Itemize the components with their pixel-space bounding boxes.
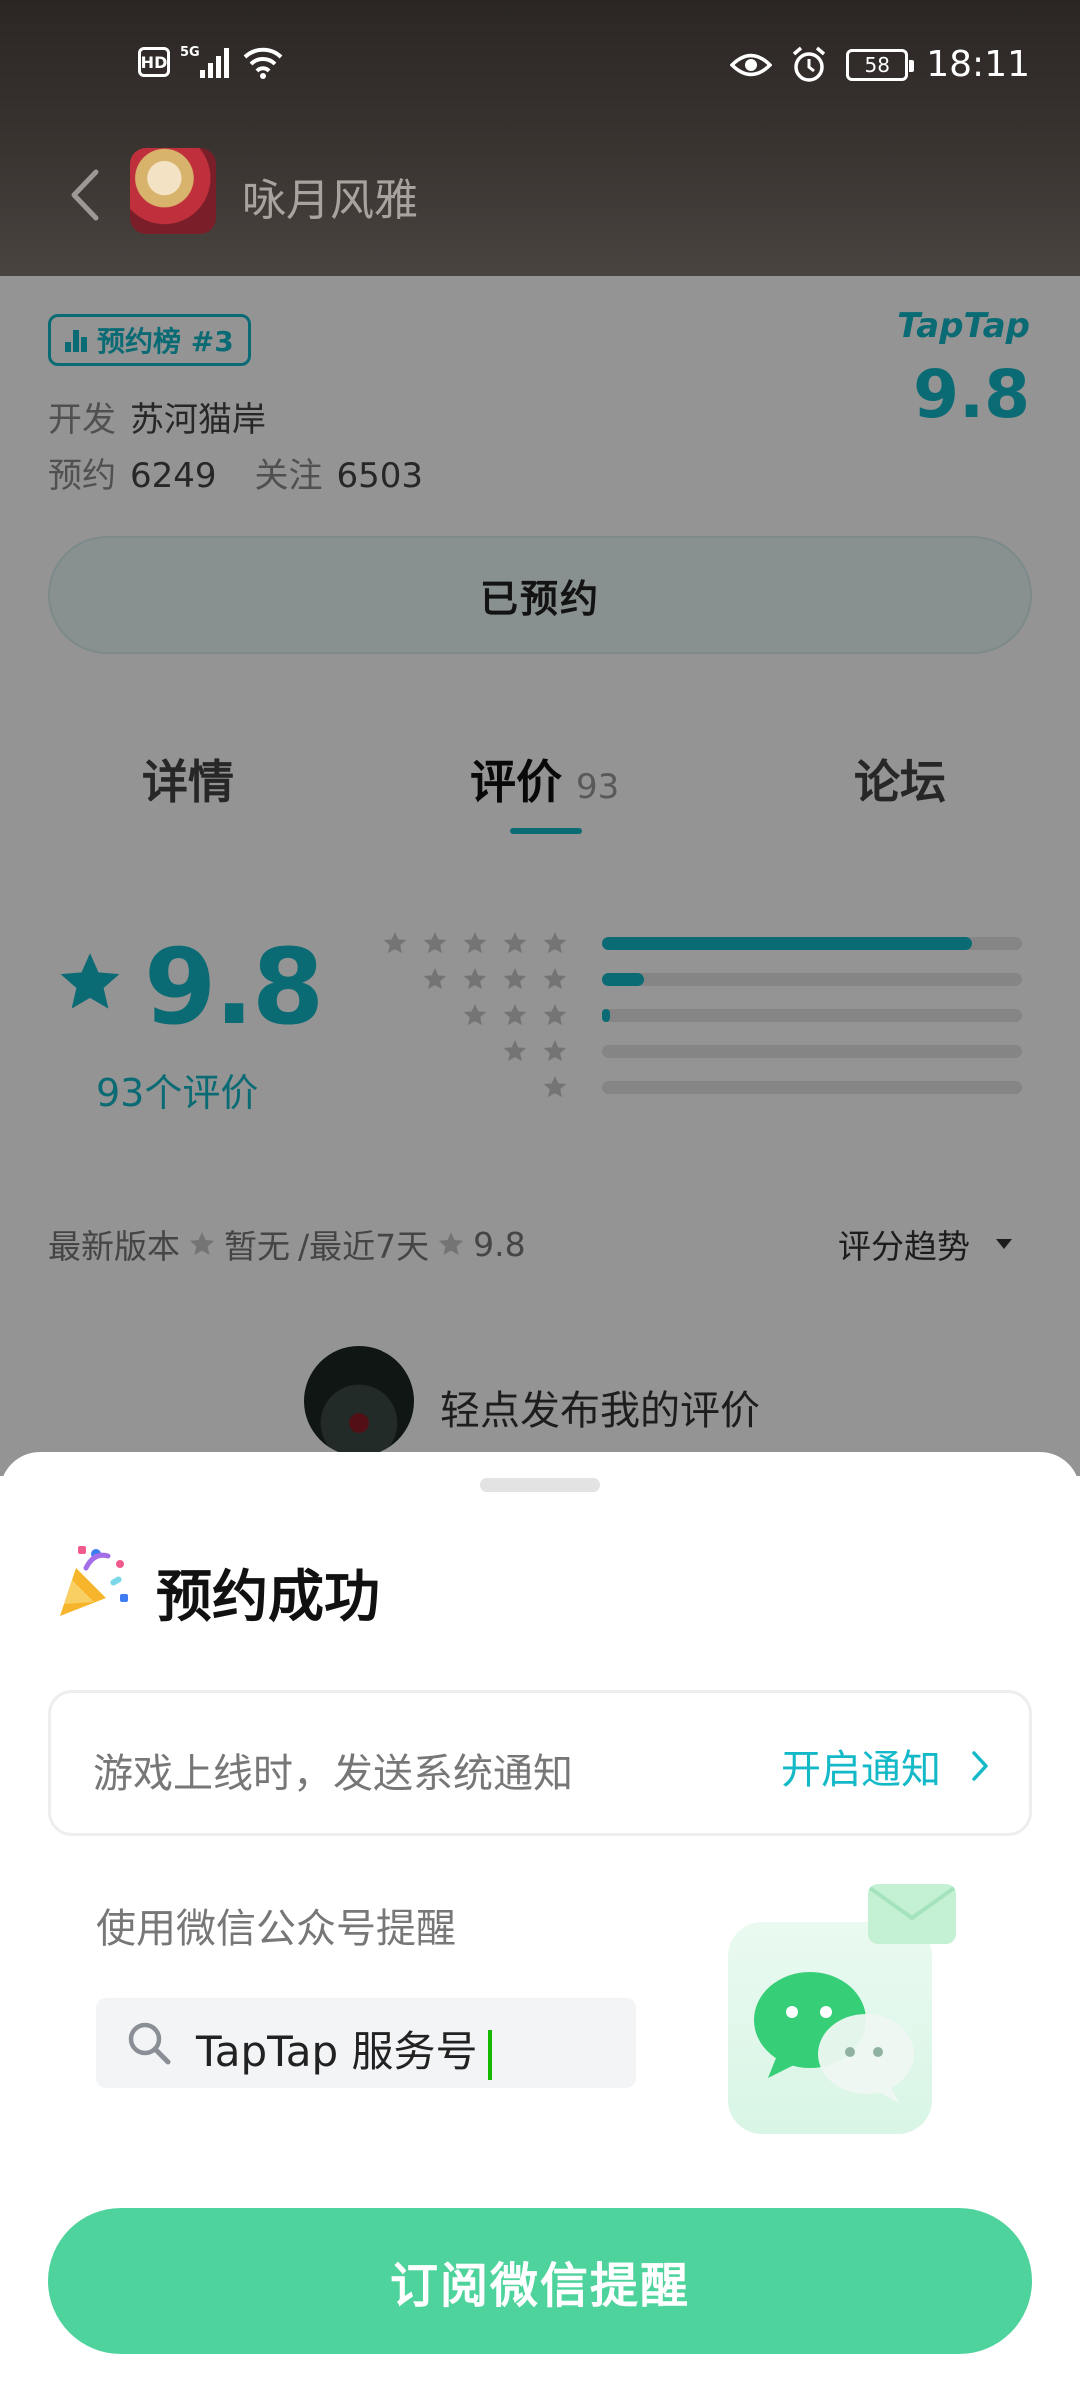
enable-notification-link[interactable]: 开启通知 — [781, 1737, 989, 1795]
app-header: HD 5G 58 18:11 咏月风雅 — [0, 0, 1080, 276]
alarm-icon — [793, 46, 826, 82]
reservation-success-sheet: 预约成功 游戏上线时，发送系统通知 开启通知 使用微信公众号提醒 TapTap … — [0, 1452, 1080, 2400]
status-bar: HD 5G 58 18:11 — [0, 0, 1080, 130]
eye-icon — [730, 53, 773, 76]
chevron-right-icon — [972, 1751, 988, 1781]
wechat-reminder-label: 使用微信公众号提醒 — [96, 1906, 456, 1952]
game-avatar — [130, 148, 216, 234]
modal-scrim[interactable] — [0, 276, 1080, 1476]
text-caret — [487, 2029, 492, 2080]
back-arrow-icon[interactable] — [62, 160, 112, 230]
search-value: TapTap 服务号 — [196, 2018, 492, 2080]
status-right: 58 18:11 — [730, 44, 1030, 85]
sheet-drag-handle[interactable] — [480, 1478, 600, 1492]
wechat-illustration-icon — [728, 1884, 956, 2134]
svg-text:5G: 5G — [180, 45, 200, 60]
wifi-icon — [243, 47, 283, 79]
nav-bar: 咏月风雅 — [0, 140, 1080, 250]
enable-notification-label: 开启通知 — [781, 1747, 941, 1793]
wechat-account-search[interactable]: TapTap 服务号 — [96, 1998, 636, 2088]
system-notification-card[interactable]: 游戏上线时，发送系统通知 开启通知 — [48, 1690, 1032, 1836]
status-left: HD 5G — [138, 44, 284, 80]
search-text: TapTap 服务号 — [196, 2027, 478, 2076]
battery-indicator: 58 — [846, 48, 915, 81]
search-icon — [128, 2022, 171, 2065]
notification-description: 游戏上线时，发送系统通知 — [93, 1751, 573, 1797]
subscribe-wechat-button[interactable]: 订阅微信提醒 — [48, 2208, 1032, 2354]
party-popper-icon — [60, 1546, 128, 1616]
sheet-title: 预约成功 — [156, 1565, 380, 1630]
hd-badge: HD — [138, 47, 170, 77]
page-title: 咏月风雅 — [242, 175, 418, 226]
signal-icon: 5G — [180, 45, 229, 78]
clock: 18:11 — [926, 44, 1030, 85]
